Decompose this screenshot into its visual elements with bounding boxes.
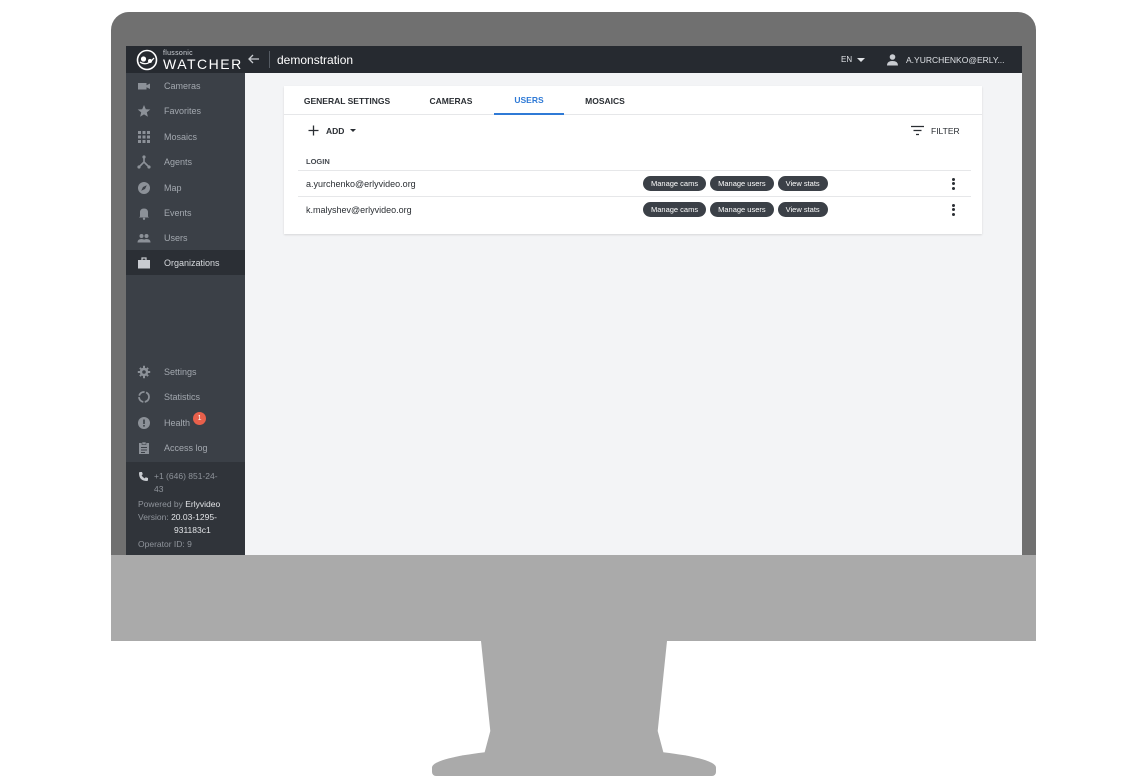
phone-number: +1 (646) 851-24- <box>154 471 218 481</box>
vendor-name: Erlyvideo <box>185 499 221 509</box>
tab-general-settings[interactable]: GENERAL SETTINGS <box>294 86 400 115</box>
sidebar-item-label: Mosaics <box>164 131 198 142</box>
sidebar: Cameras Favorites Mosaics Agents Map Eve… <box>126 73 245 555</box>
app-screen: flussonic WATCHER demonstration EN A.YUR… <box>126 46 1022 555</box>
sidebar-item-label: Settings <box>164 366 197 377</box>
sidebar-item-health[interactable]: Health 1 <box>126 410 245 435</box>
clipboard-icon <box>139 441 149 454</box>
more-vert-icon[interactable] <box>947 177 959 191</box>
phone-number-cont: 43 <box>154 484 164 494</box>
operator-id: Operator ID: 9 <box>138 539 192 549</box>
version-prefix: Version: <box>138 512 172 522</box>
view-stats-button[interactable]: View stats <box>777 202 828 217</box>
row-actions: Manage cams Manage users View stats <box>643 202 832 217</box>
toolbar: ADD FILTER <box>284 115 982 147</box>
sidebar-item-access-log[interactable]: Access log <box>126 435 245 460</box>
sidebar-item-label: Users <box>164 232 188 243</box>
sidebar-item-label: Map <box>164 182 182 193</box>
add-button[interactable]: ADD <box>308 125 357 136</box>
caret-down-icon <box>857 57 866 62</box>
alert-icon <box>138 416 150 429</box>
view-stats-button[interactable]: View stats <box>777 176 828 191</box>
organization-card: GENERAL SETTINGS CAMERAS USERS MOSAICS A… <box>284 86 982 234</box>
version-number: 20.03-1295- <box>171 512 217 522</box>
star-icon <box>137 104 151 117</box>
user-login: a.yurchenko@erlyvideo.org <box>306 178 416 189</box>
top-bar: flussonic WATCHER demonstration EN A.YUR… <box>126 46 1022 73</box>
sidebar-item-label: Agents <box>164 156 193 167</box>
table-row: a.yurchenko@erlyvideo.org Manage cams Ma… <box>298 170 971 196</box>
sidebar-item-statistics[interactable]: Statistics <box>126 384 245 409</box>
version: Version: 20.03-1295- <box>138 511 245 524</box>
briefcase-icon <box>138 256 150 268</box>
add-label: ADD <box>326 125 345 136</box>
notification-badge: 1 <box>193 412 207 425</box>
tab-mosaics[interactable]: MOSAICS <box>574 86 636 115</box>
version-number-cont: 931183c1 <box>174 525 211 535</box>
donut-chart-icon <box>138 390 150 403</box>
manage-cams-button[interactable]: Manage cams <box>643 176 707 191</box>
sidebar-item-mosaics[interactable]: Mosaics <box>126 124 245 149</box>
user-name: A.YURCHENKO@ERLY... <box>906 54 1005 65</box>
gear-icon <box>137 365 151 378</box>
main-content: GENERAL SETTINGS CAMERAS USERS MOSAICS A… <box>245 73 1022 555</box>
tab-bar: GENERAL SETTINGS CAMERAS USERS MOSAICS <box>284 86 982 115</box>
bell-icon <box>139 208 149 220</box>
sidebar-item-cameras[interactable]: Cameras <box>126 73 245 98</box>
filter-label: FILTER <box>931 125 960 136</box>
tab-users[interactable]: USERS <box>494 86 564 115</box>
camera-icon <box>138 82 150 89</box>
sidebar-item-events[interactable]: Events <box>126 200 245 225</box>
page-title: demonstration <box>277 53 354 67</box>
more-vert-icon[interactable] <box>947 203 959 217</box>
manage-users-button[interactable]: Manage users <box>710 202 774 217</box>
user-login: k.malyshev@erlyvideo.org <box>306 204 412 215</box>
monitor-chin <box>111 555 1036 641</box>
sidebar-item-favorites[interactable]: Favorites <box>126 98 245 123</box>
back-arrow-icon[interactable] <box>247 52 261 66</box>
person-icon <box>887 54 898 66</box>
sidebar-item-label: Events <box>164 207 192 218</box>
brand-title: WATCHER <box>163 55 243 72</box>
filter-button[interactable]: FILTER <box>911 125 960 136</box>
sidebar-item-label: Health <box>164 417 191 428</box>
caret-down-icon <box>350 129 357 132</box>
sidebar-item-users[interactable]: Users <box>126 225 245 250</box>
sidebar-item-label: Access log <box>164 442 208 453</box>
user-menu[interactable]: A.YURCHENKO@ERLY... <box>886 53 1005 66</box>
grid-icon <box>138 130 150 143</box>
sidebar-item-map[interactable]: Map <box>126 175 245 200</box>
sidebar-item-label: Organizations <box>164 257 220 268</box>
flussonic-logo-icon <box>136 49 158 71</box>
compass-icon <box>138 181 150 194</box>
sidebar-item-settings[interactable]: Settings <box>126 359 245 384</box>
manage-users-button[interactable]: Manage users <box>710 176 774 191</box>
hub-icon <box>137 154 151 169</box>
table-row: k.malyshev@erlyvideo.org Manage cams Man… <box>298 196 971 222</box>
column-header-login[interactable]: LOGIN <box>306 157 330 166</box>
tab-cameras[interactable]: CAMERAS <box>420 86 482 115</box>
sidebar-item-label: Favorites <box>164 105 202 116</box>
sidebar-item-label: Cameras <box>164 80 201 91</box>
sidebar-item-organizations[interactable]: Organizations <box>126 250 245 275</box>
language-label: EN <box>841 55 853 64</box>
people-icon <box>137 233 151 242</box>
plus-icon <box>308 125 319 136</box>
sidebar-item-label: Statistics <box>164 391 201 402</box>
powered-by-prefix: Powered by <box>138 499 186 509</box>
row-actions: Manage cams Manage users View stats <box>643 176 832 191</box>
sidebar-footer: +1 (646) 851-24- 43 Powered by Erlyvideo… <box>126 462 245 555</box>
sidebar-item-agents[interactable]: Agents <box>126 149 245 174</box>
filter-icon <box>911 125 924 136</box>
language-selector[interactable]: EN <box>841 55 866 64</box>
manage-cams-button[interactable]: Manage cams <box>643 202 707 217</box>
phone-icon <box>139 472 148 481</box>
monitor-base <box>432 748 716 776</box>
powered-by: Powered by Erlyvideo <box>138 498 245 511</box>
support-phone[interactable]: +1 (646) 851-24- 43 <box>138 470 245 496</box>
divider <box>269 51 270 68</box>
brand-logo-link[interactable]: flussonic WATCHER <box>136 49 243 71</box>
